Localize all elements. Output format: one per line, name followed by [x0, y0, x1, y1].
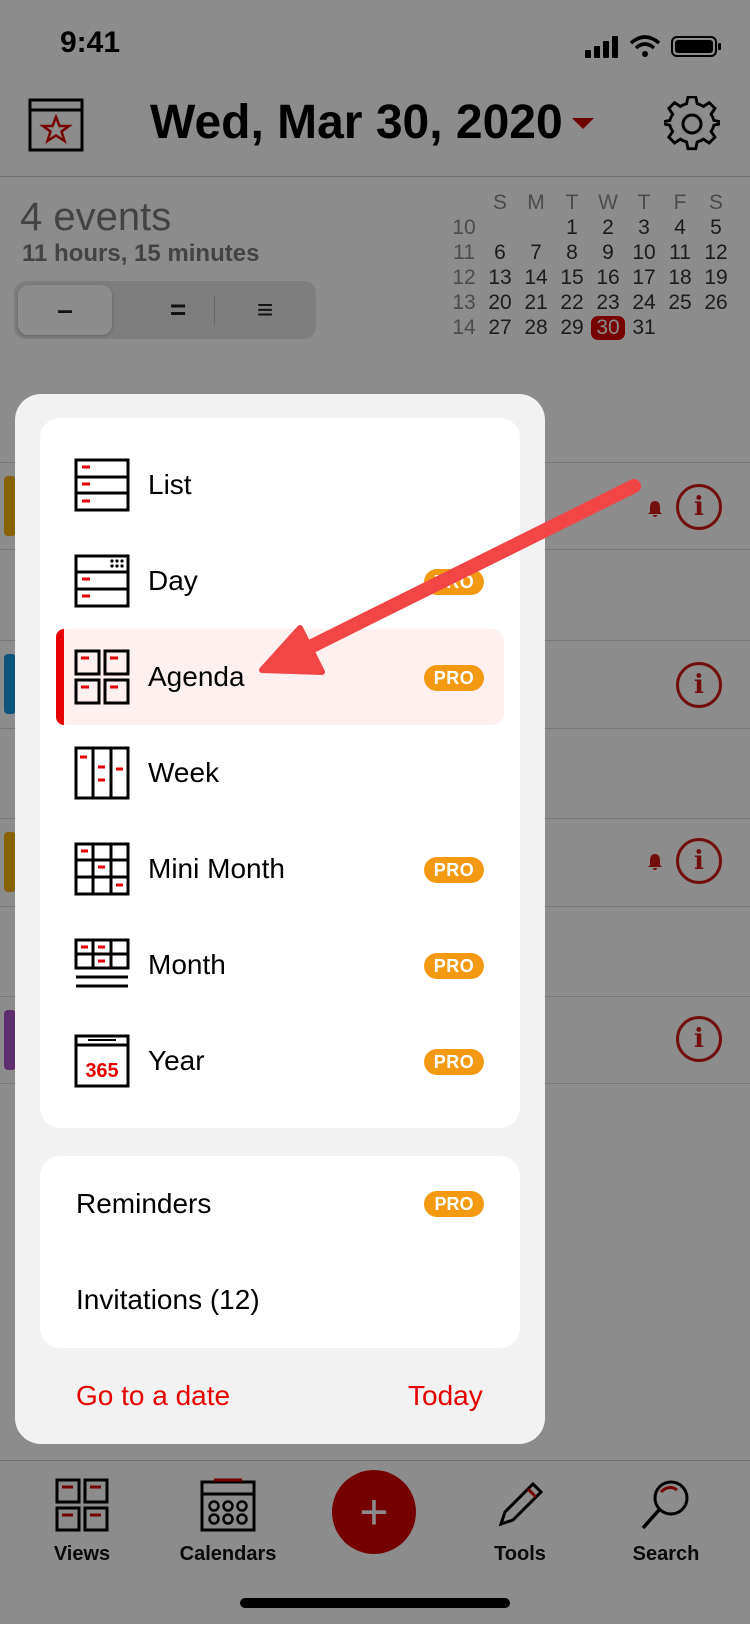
- today-link[interactable]: Today: [408, 1380, 483, 1412]
- agenda-view-icon: [74, 649, 130, 705]
- view-option-label: Year: [148, 1045, 205, 1076]
- reminders-option[interactable]: Reminders: [76, 1188, 211, 1220]
- pro-badge: PRO: [424, 1191, 484, 1217]
- week-view-icon: [74, 746, 130, 800]
- home-indicator: [240, 1598, 510, 1608]
- view-option-list[interactable]: List: [56, 437, 504, 533]
- month-view-icon: [74, 938, 130, 988]
- pro-badge: PRO: [424, 953, 484, 979]
- go-to-date-link[interactable]: Go to a date: [76, 1380, 230, 1412]
- view-option-month[interactable]: Month PRO: [56, 917, 504, 1013]
- view-option-agenda[interactable]: Agenda PRO: [56, 629, 504, 725]
- pro-badge: PRO: [424, 857, 484, 883]
- pro-badge: PRO: [424, 569, 484, 595]
- view-option-label: Day: [148, 565, 198, 596]
- extras-card: [40, 1156, 520, 1348]
- view-option-week[interactable]: Week: [56, 725, 504, 821]
- view-option-label: Month: [148, 949, 226, 980]
- day-view-icon: [74, 554, 130, 608]
- list-view-icon: [74, 458, 130, 512]
- view-option-mini-month[interactable]: Mini Month PRO: [56, 821, 504, 917]
- view-option-day[interactable]: Day PRO: [56, 533, 504, 629]
- year-icon-text: 365: [85, 1060, 118, 1082]
- view-option-label: List: [148, 469, 192, 500]
- view-option-label: Week: [148, 757, 220, 788]
- view-option-label: Agenda: [148, 661, 245, 692]
- invitations-option[interactable]: Invitations (12): [76, 1284, 260, 1316]
- pro-badge: PRO: [424, 665, 484, 691]
- year-view-icon: 365: [74, 1034, 130, 1088]
- pro-badge: PRO: [424, 1049, 484, 1075]
- view-option-label: Mini Month: [148, 853, 285, 884]
- view-option-year[interactable]: 365 Year PRO: [56, 1013, 504, 1109]
- mini-month-view-icon: [74, 842, 130, 896]
